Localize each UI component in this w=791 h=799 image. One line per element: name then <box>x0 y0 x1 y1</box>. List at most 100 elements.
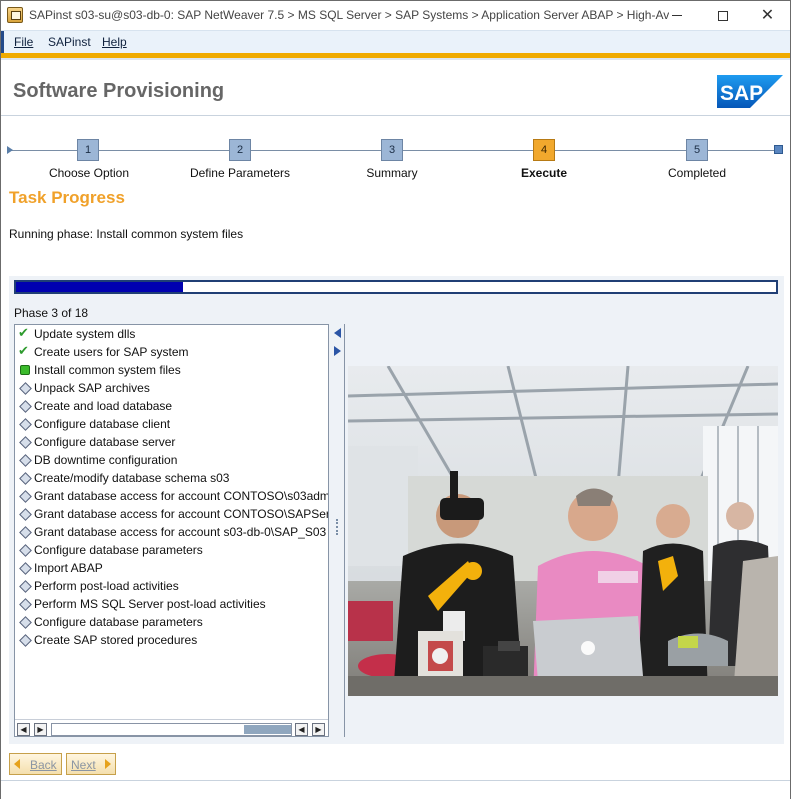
pending-diamond-icon <box>19 490 32 503</box>
step-1-label: Choose Option <box>48 166 130 180</box>
pending-diamond-icon <box>19 616 32 629</box>
next-arrow-icon <box>105 759 111 769</box>
phase-label: DB downtime configuration <box>34 453 178 467</box>
phase-list-item[interactable]: Configure database server <box>15 433 328 451</box>
phase-list-items: Update system dlls Create users for SAP s… <box>15 325 328 649</box>
phase-list-item[interactable]: Unpack SAP archives <box>15 379 328 397</box>
phase-list-item[interactable]: Create/modify database schema s03 <box>15 469 328 487</box>
phase-list-item[interactable]: Create and load database <box>15 397 328 415</box>
status-bar <box>1 780 790 799</box>
title-bar: SAPinst s03-su@s03-db-0: SAP NetWeaver 7… <box>1 1 790 30</box>
scroll-last-button[interactable]: ▶ <box>312 723 325 736</box>
pending-diamond-icon <box>19 508 32 521</box>
phase-label: Create and load database <box>34 399 173 413</box>
phase-list-item[interactable]: Grant database access for account s03-db… <box>15 523 328 541</box>
phase-label: Install common system files <box>34 363 181 377</box>
phase-label: Perform post-load activities <box>34 579 179 593</box>
phase-label: Configure database parameters <box>34 543 203 557</box>
pending-diamond-icon <box>19 400 32 413</box>
step-3-box: 3 <box>381 139 403 161</box>
phase-list-item[interactable]: Grant database access for account CONTOS… <box>15 505 328 523</box>
step-3-label: Summary <box>366 166 418 180</box>
minimize-button[interactable] <box>654 1 699 30</box>
pending-diamond-icon <box>19 526 32 539</box>
checkmark-icon <box>18 325 31 341</box>
phase-list-item[interactable]: Import ABAP <box>15 559 328 577</box>
close-button[interactable]: ✕ <box>745 1 790 30</box>
back-button[interactable]: Back <box>9 753 62 775</box>
phase-list-item[interactable]: Update system dlls <box>15 325 328 343</box>
sapinst-window: SAPinst s03-su@s03-db-0: SAP NetWeaver 7… <box>0 0 791 799</box>
phase-list-item[interactable]: Grant database access for account CONTOS… <box>15 487 328 505</box>
scroll-first-button[interactable]: ◀ <box>17 723 30 736</box>
page-header: Software Provisioning SAP <box>1 60 790 116</box>
step-4-label: Execute <box>520 166 568 180</box>
roadmap-start-arrow-icon <box>7 146 13 154</box>
next-button-label: Next <box>71 758 96 772</box>
next-button[interactable]: Next <box>66 753 116 775</box>
phase-list-item[interactable]: Configure database client <box>15 415 328 433</box>
scroll-thumb[interactable] <box>244 725 291 734</box>
phase-list-item[interactable]: Configure database parameters <box>15 541 328 559</box>
pending-diamond-icon <box>19 634 32 647</box>
splitter-grip-icon[interactable] <box>336 519 338 535</box>
menu-file-label: File <box>14 35 34 49</box>
phase-label: Grant database access for account CONTOS… <box>34 489 329 503</box>
step-4-box: 4 <box>533 139 555 161</box>
sapinst-app-icon <box>7 7 23 23</box>
step-5-box: 5 <box>686 139 708 161</box>
checkmark-icon <box>18 343 31 359</box>
phase-list-item[interactable]: Create SAP stored procedures <box>15 631 328 649</box>
phase-label: Unpack SAP archives <box>34 381 150 395</box>
phase-list-item[interactable]: DB downtime configuration <box>15 451 328 469</box>
phase-list-item[interactable]: Perform MS SQL Server post-load activiti… <box>15 595 328 613</box>
pending-diamond-icon <box>19 454 32 467</box>
back-arrow-icon <box>14 759 20 769</box>
page-title: Software Provisioning <box>13 80 225 102</box>
phase-list-item[interactable]: Perform post-load activities <box>15 577 328 595</box>
phase-list-horizontal-scrollbar[interactable]: ◀ ▶ ◀ ▶ <box>15 719 328 736</box>
minimize-icon <box>671 15 682 16</box>
step-2-box: 2 <box>229 139 251 161</box>
pending-diamond-icon <box>19 418 32 431</box>
running-phase-text: Running phase: Install common system fil… <box>9 227 244 241</box>
maximize-icon <box>717 10 728 21</box>
step-1-box: 1 <box>77 139 99 161</box>
phase-list-item[interactable]: Configure database parameters <box>15 613 328 631</box>
pending-diamond-icon <box>19 436 32 449</box>
expand-right-icon[interactable] <box>334 346 341 356</box>
phase-label: Create users for SAP system <box>34 345 189 359</box>
scroll-left-button[interactable]: ▶ <box>34 723 47 736</box>
menu-help-label: Help <box>102 35 127 49</box>
phase-label: Grant database access for account CONTOS… <box>34 507 329 521</box>
sap-logo: SAP <box>717 75 783 108</box>
phase-label: Create SAP stored procedures <box>34 633 198 647</box>
roadmap: 1 Choose Option 2 Define Parameters 3 Su… <box>1 119 790 189</box>
phase-label: Perform MS SQL Server post-load activiti… <box>34 597 266 611</box>
menu-help[interactable]: Help <box>102 35 127 49</box>
phase-list-item[interactable]: Create users for SAP system <box>15 343 328 361</box>
progress-bar <box>14 280 778 294</box>
pending-diamond-icon <box>19 598 32 611</box>
menu-sapinst[interactable]: SAPinst <box>48 35 91 49</box>
scroll-track[interactable] <box>51 723 292 736</box>
phase-label: Configure database client <box>34 417 171 431</box>
task-progress-title: Task Progress <box>9 188 125 207</box>
back-button-label: Back <box>30 758 57 772</box>
panel-splitter[interactable] <box>331 324 345 737</box>
roadmap-end-marker-icon <box>774 145 783 154</box>
progress-panel: Phase 3 of 18 Update system dlls Create u… <box>9 276 784 744</box>
phase-list[interactable]: Update system dlls Create users for SAP s… <box>14 324 329 737</box>
pending-diamond-icon <box>19 544 32 557</box>
menu-file[interactable]: File <box>14 35 33 49</box>
phase-label: Grant database access for account s03-db… <box>34 525 327 539</box>
phase-label: Create/modify database schema s03 <box>34 471 230 485</box>
scroll-right-button[interactable]: ◀ <box>295 723 308 736</box>
phase-label: Configure database server <box>34 435 176 449</box>
phase-label: Configure database parameters <box>34 615 203 629</box>
collapse-left-icon[interactable] <box>334 328 341 338</box>
maximize-button[interactable] <box>700 1 745 30</box>
phase-list-item[interactable]: Install common system files <box>15 361 328 379</box>
phase-label: Update system dlls <box>34 327 136 341</box>
step-5-label: Completed <box>667 166 727 180</box>
